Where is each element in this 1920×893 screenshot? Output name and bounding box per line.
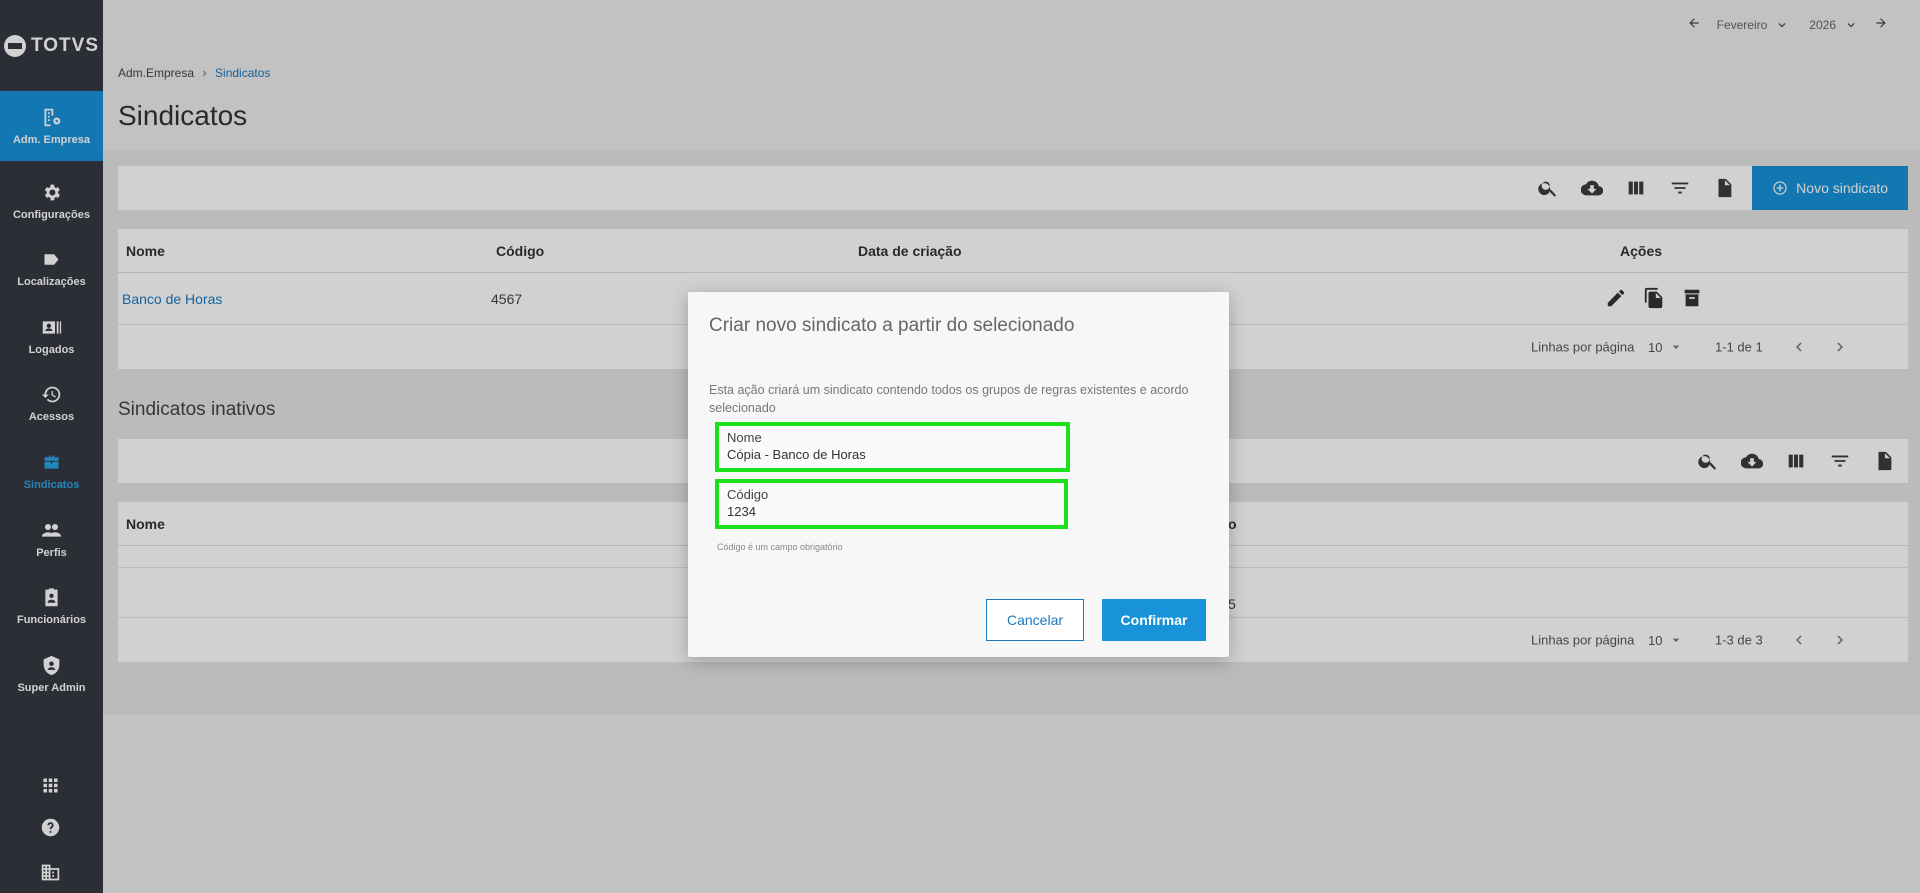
dialog-title: Criar novo sindicato a partir do selecio…	[709, 315, 1075, 336]
codigo-field[interactable]: Código	[715, 479, 1068, 529]
nome-input[interactable]	[727, 446, 1058, 464]
confirm-button[interactable]: Confirmar	[1102, 599, 1206, 641]
dialog-description: Esta ação criará um sindicato contendo t…	[709, 383, 1189, 415]
cancel-button[interactable]: Cancelar	[986, 599, 1084, 641]
codigo-input[interactable]	[727, 503, 1056, 521]
create-from-selected-dialog: Criar novo sindicato a partir do selecio…	[688, 292, 1229, 657]
codigo-field-label: Código	[727, 487, 769, 502]
nome-field-label: Nome	[727, 430, 762, 445]
nome-field[interactable]: Nome	[715, 422, 1070, 472]
codigo-required-hint: Código é um campo obrigatório	[717, 542, 843, 552]
